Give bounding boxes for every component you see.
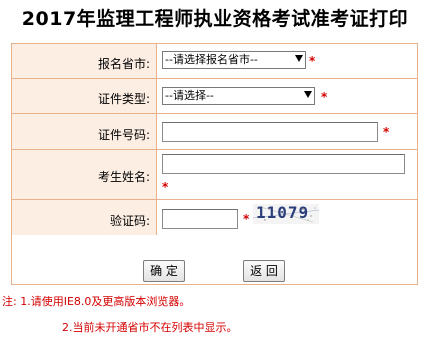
province-label: 报名省市: [97,57,150,71]
captcha-label-cell: 验证码: [12,200,157,235]
captcha-value-cell: * 11079 [157,200,417,235]
captcha-required-mark: * [243,212,250,226]
note-line-2: 2.当前未开通省市不在列表中显示。 [62,321,238,334]
candidate-name-required-mark: * [162,180,169,194]
id-type-value-cell: --请选择-- * [157,79,417,113]
button-bar: 确 定 返 回 [0,250,430,282]
candidate-name-value-cell: * [157,150,417,199]
captcha-image[interactable]: 11079 [253,204,319,224]
id-type-label-cell: 证件类型: [12,79,157,113]
candidate-name-input[interactable] [162,154,405,174]
note-line-1: 注: 1.请使用IE8.0及更高版本浏览器。 [2,295,191,308]
id-number-input[interactable] [162,122,378,142]
province-value-cell: --请选择报名省市-- * [157,44,417,78]
id-number-label: 证件号码: [97,128,150,142]
id-number-label-cell: 证件号码: [12,114,157,149]
id-number-value-cell: * [157,114,417,149]
province-required-mark: * [309,54,316,68]
id-type-select-value: --请选择-- [165,89,214,102]
id-type-label: 证件类型: [97,92,150,106]
id-type-row: 证件类型: --请选择-- * [12,78,417,113]
captcha-row: 验证码: * 11079 [12,199,417,235]
back-button[interactable]: 返 回 [243,260,285,282]
province-row: 报名省市: --请选择报名省市-- * [12,44,417,78]
candidate-name-label: 考生姓名: [97,170,150,184]
id-number-required-mark: * [383,125,390,139]
id-type-select[interactable]: --请选择-- [162,87,315,105]
province-select-value: --请选择报名省市-- [165,53,258,66]
captcha-input[interactable] [162,209,238,229]
province-label-cell: 报名省市: [12,44,157,78]
candidate-name-label-cell: 考生姓名: [12,150,157,199]
id-type-required-mark: * [321,90,328,104]
confirm-button[interactable]: 确 定 [143,260,185,282]
candidate-name-row: 考生姓名: * [12,149,417,199]
captcha-digits: 11079 [256,204,310,222]
page-title: 2017年监理工程师执业资格考试准考证打印 [21,8,409,30]
chevron-down-icon [304,91,312,98]
captcha-label: 验证码: [109,214,150,228]
chevron-down-icon [295,55,303,62]
province-select[interactable]: --请选择报名省市-- [162,51,306,69]
id-number-row: 证件号码: * [12,113,417,149]
admission-ticket-form: 报名省市: --请选择报名省市-- * 证件类型: --请选择-- * 证件号码… [11,43,418,285]
